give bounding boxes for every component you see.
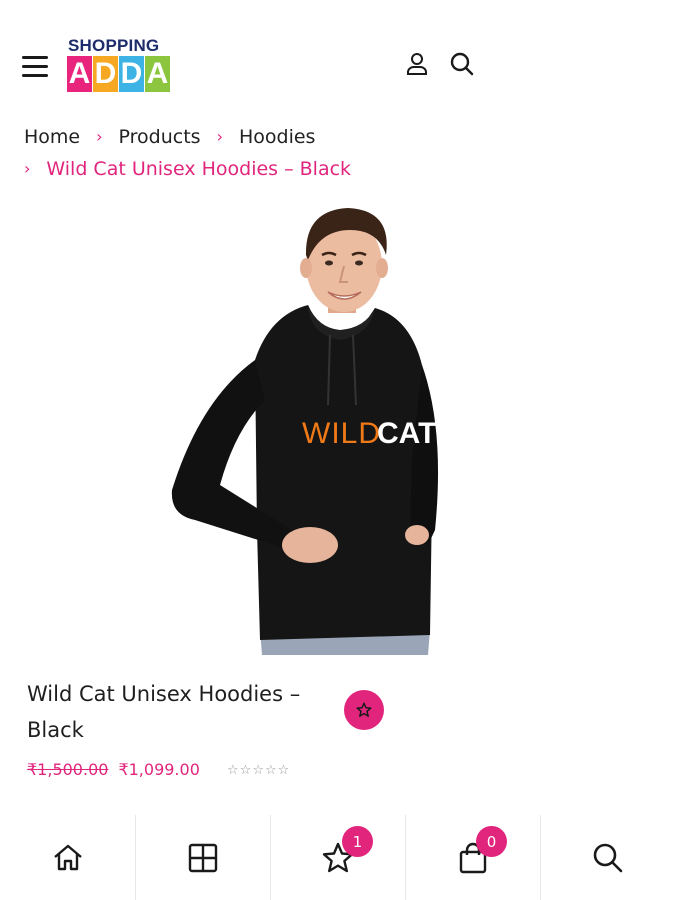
- add-to-wishlist-button[interactable]: [344, 690, 384, 730]
- nav-search[interactable]: [540, 815, 675, 900]
- logo-tile: A: [145, 56, 170, 92]
- logo-tile: D: [119, 56, 144, 92]
- search-icon: [593, 843, 623, 872]
- price-row: ₹1,500.00 ₹1,099.00: [27, 760, 200, 779]
- home-icon: [53, 844, 82, 870]
- breadcrumb-home[interactable]: Home: [24, 121, 80, 153]
- product-title-line: Black: [27, 718, 84, 742]
- breadcrumb-current: Wild Cat Unisex Hoodies – Black: [46, 158, 352, 180]
- star-empty-icon: ☆: [227, 763, 239, 778]
- star-rating: ☆ ☆ ☆ ☆ ☆: [227, 763, 289, 778]
- breadcrumb-hoodies[interactable]: Hoodies: [239, 121, 315, 153]
- original-price: ₹1,500.00: [27, 760, 109, 779]
- bottom-navigation: 1 0: [0, 815, 675, 900]
- star-empty-icon: ☆: [239, 763, 252, 778]
- shopping-adda-logo[interactable]: SHOPPING A D D A: [67, 36, 173, 98]
- user-account-icon[interactable]: [403, 50, 431, 78]
- star-empty-icon: ☆: [277, 763, 290, 778]
- cart-count-badge: 0: [476, 826, 507, 857]
- nav-home[interactable]: [0, 815, 135, 900]
- breadcrumb-separator: ›: [24, 159, 31, 178]
- wishlist-count-badge: 1: [342, 826, 373, 857]
- search-icon[interactable]: [448, 50, 476, 78]
- app-header: SHOPPING A D D A: [0, 0, 675, 110]
- logo-tile: D: [93, 56, 118, 92]
- grid-icon: [188, 843, 218, 872]
- nav-categories[interactable]: [135, 815, 270, 900]
- hoodie-print-cat: CAT: [377, 417, 436, 450]
- logo-top-text: SHOPPING: [68, 36, 160, 55]
- star-outline-icon: [356, 702, 372, 717]
- product-title-line: Wild Cat Unisex Hoodies –: [27, 682, 301, 706]
- star-empty-icon: ☆: [252, 763, 264, 778]
- hoodie-print-wild: WILD: [302, 417, 381, 450]
- logo-tile: A: [67, 56, 92, 92]
- menu-icon[interactable]: [22, 56, 48, 78]
- star-empty-icon: ☆: [264, 763, 277, 778]
- sale-price: ₹1,099.00: [118, 760, 200, 779]
- nav-cart[interactable]: 0: [405, 815, 540, 900]
- nav-wishlist[interactable]: 1: [270, 815, 405, 900]
- breadcrumb-separator: ›: [96, 127, 103, 146]
- breadcrumb: Home › Products › Hoodies › Wild Cat Uni…: [24, 121, 644, 185]
- breadcrumb-separator: ›: [216, 127, 223, 146]
- breadcrumb-products[interactable]: Products: [119, 121, 201, 153]
- product-title: Wild Cat Unisex Hoodies – Black: [27, 676, 327, 748]
- product-image[interactable]: WILD CAT: [160, 200, 450, 655]
